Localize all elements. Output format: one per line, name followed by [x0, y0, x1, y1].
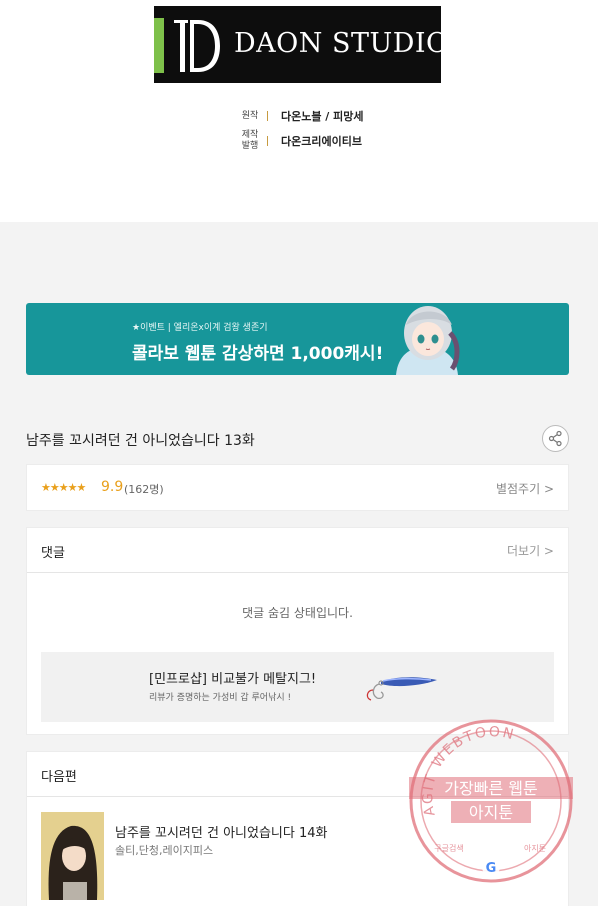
- credit-divider: [267, 136, 268, 146]
- logo-text: DAON STUDIO: [234, 28, 449, 59]
- credit-divider: [267, 111, 268, 121]
- credit-key: 제작 발행: [241, 130, 259, 151]
- comments-card: 댓글 더보기 > 댓글 숨김 상태입니다. [민프로샵] 비교불가 메탈지그! …: [26, 527, 569, 735]
- credit-value: 다온노블 / 피망세: [281, 110, 364, 123]
- ad-subtitle: 리뷰가 증명하는 가성비 갑 루어낚시 !: [149, 693, 292, 703]
- share-icon: [548, 430, 562, 447]
- next-episode-authors: 솔티,단청,레이지피스: [115, 844, 214, 857]
- logo-d-mark: [174, 20, 220, 72]
- next-episode-item[interactable]: 남주를 꼬시려던 건 아니었습니다 14화 솔티,단청,레이지피스: [27, 798, 568, 906]
- next-header: 다음편: [27, 752, 568, 797]
- credit-row-original: 원작 다온노블 / 피망세: [240, 108, 364, 124]
- comments-header: 댓글 더보기 >: [27, 528, 568, 573]
- comments-hidden-message: 댓글 숨김 상태입니다.: [242, 606, 353, 620]
- rating-card: ★★★★★ 9.9 (162명) 별점주기 >: [26, 464, 569, 511]
- credit-key: 원작: [241, 110, 259, 121]
- rating-count: (162명): [124, 483, 164, 496]
- credit-row-production: 제작 발행 다온크리에이티브: [240, 130, 362, 152]
- daon-studio-logo: DAON STUDIO: [154, 6, 448, 83]
- credit-value: 다온크리에이티브: [281, 135, 362, 148]
- banner-character-illustration: [396, 306, 460, 375]
- ad-banner[interactable]: [민프로샵] 비교불가 메탈지그! 리뷰가 증명하는 가성비 갑 루어낚시 !: [41, 652, 554, 722]
- rate-button[interactable]: 별점주기 >: [496, 480, 554, 497]
- share-button[interactable]: [542, 425, 569, 452]
- thumbnail-illustration: [41, 812, 104, 900]
- logo-accent-bar: [154, 18, 164, 73]
- episode-title: 남주를 꼬시려던 건 아니었습니다 13화: [26, 433, 255, 449]
- header-section: DAON STUDIO 원작 다온노블 / 피망세 제작 발행 다온크리에이티브: [0, 0, 598, 222]
- episode-thumbnail: [41, 812, 104, 900]
- next-episode-card: 다음편 남주를 꼬시려던 건 아니었습니다 14화 솔티,단청,레이지피스: [26, 751, 569, 906]
- comments-title: 댓글: [41, 546, 65, 561]
- rating-stars: ★★★★★: [41, 481, 86, 494]
- next-episode-title: 남주를 꼬시려던 건 아니었습니다 14화: [115, 826, 328, 841]
- banner-small-text: ★이벤트 | 엘리온x이계 검왕 생존기: [132, 323, 268, 333]
- banner-headline: 콜라보 웹툰 감상하면 1,000캐시!: [132, 344, 384, 364]
- ad-title: [민프로샵] 비교불가 메탈지그!: [149, 672, 317, 687]
- metal-jig-lure-image: [366, 677, 437, 701]
- rating-score: 9.9: [101, 479, 124, 495]
- next-title: 다음편: [41, 770, 77, 785]
- comments-more-button[interactable]: 더보기 >: [507, 542, 554, 559]
- event-banner[interactable]: ★이벤트 | 엘리온x이계 검왕 생존기 콜라보 웹툰 감상하면 1,000캐시…: [26, 303, 569, 375]
